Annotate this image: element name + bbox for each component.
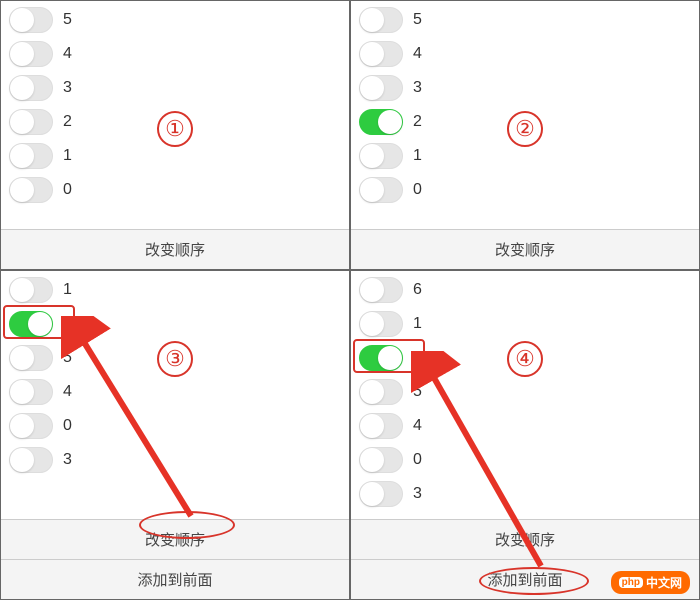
row-label: 5: [413, 11, 422, 29]
list-item: 4: [1, 375, 349, 409]
toggle-switch[interactable]: [359, 447, 403, 473]
row-label: 5: [413, 383, 422, 401]
button-label: 改变顺序: [145, 529, 205, 550]
row-label: 4: [63, 383, 72, 401]
row-label: 2: [413, 349, 422, 367]
button-label: 改变顺序: [495, 529, 555, 550]
toggle-switch[interactable]: [9, 379, 53, 405]
row-label: 6: [413, 281, 422, 299]
list-item: 0: [1, 409, 349, 443]
toggle-switch[interactable]: [9, 413, 53, 439]
step-badge-3: ③: [157, 341, 193, 377]
list-item: 3: [351, 477, 699, 511]
toggle-switch[interactable]: [359, 277, 403, 303]
list-item: 0: [351, 443, 699, 477]
toggle-switch[interactable]: [9, 41, 53, 67]
toggle-switch[interactable]: [359, 177, 403, 203]
row-label: 3: [63, 451, 72, 469]
list-item: 6: [351, 273, 699, 307]
list-item: 1: [351, 307, 699, 341]
toggle-switch[interactable]: [359, 41, 403, 67]
list-item: 4: [351, 37, 699, 71]
add-to-front-button[interactable]: 添加到前面: [1, 559, 349, 599]
toggle-switch[interactable]: [9, 277, 53, 303]
row-label: 4: [413, 417, 422, 435]
row-label: 3: [413, 79, 422, 97]
row-label: 1: [63, 281, 72, 299]
toggle-switch[interactable]: [9, 7, 53, 33]
toggle-switch[interactable]: [9, 447, 53, 473]
toggle-switch[interactable]: [9, 109, 53, 135]
row-label: 0: [63, 417, 72, 435]
row-label: 4: [63, 45, 72, 63]
list-item: 0: [351, 173, 699, 207]
toggle-switch[interactable]: [9, 75, 53, 101]
toggle-switch[interactable]: [359, 7, 403, 33]
list-item: 1: [1, 273, 349, 307]
toggle-switch[interactable]: [9, 311, 53, 337]
watermark-badge: php 中文网: [611, 571, 690, 594]
row-label: 5: [63, 11, 72, 29]
list-item: 5: [351, 3, 699, 37]
button-label: 改变顺序: [495, 239, 555, 260]
row-label: 0: [413, 181, 422, 199]
toggle-switch[interactable]: [9, 345, 53, 371]
toggle-switch[interactable]: [359, 345, 403, 371]
row-label: 0: [63, 181, 72, 199]
row-label: 2: [413, 113, 422, 131]
row-label: 1: [413, 315, 422, 333]
list-item: 4: [1, 37, 349, 71]
change-order-button[interactable]: 改变顺序: [351, 229, 699, 269]
button-label: 添加到前面: [487, 569, 562, 590]
list-item: 5: [1, 3, 349, 37]
toggle-switch[interactable]: [9, 177, 53, 203]
toggle-switch[interactable]: [9, 143, 53, 169]
row-label: 0: [413, 451, 422, 469]
row-label: 3: [413, 485, 422, 503]
panel-4: 6 1 2 5 4 0 3 改变顺序 添加到前面 ④: [350, 270, 700, 600]
rows-area: 6 1 2 5 4 0 3: [351, 271, 699, 519]
list-item: 0: [1, 173, 349, 207]
rows-area: 1 2 5 4 0 3: [1, 271, 349, 519]
row-label: 2: [63, 113, 72, 131]
watermark-text: 中文网: [646, 574, 682, 591]
step-badge-2: ②: [507, 111, 543, 147]
list-item: 3: [351, 71, 699, 105]
change-order-button[interactable]: 改变顺序: [1, 519, 349, 559]
toggle-switch[interactable]: [359, 143, 403, 169]
change-order-button[interactable]: 改变顺序: [1, 229, 349, 269]
step-badge-1: ①: [157, 111, 193, 147]
toggle-switch[interactable]: [359, 75, 403, 101]
toggle-switch[interactable]: [359, 379, 403, 405]
button-label: 改变顺序: [145, 239, 205, 260]
row-label: 3: [63, 79, 72, 97]
row-label: 2: [63, 315, 72, 333]
toggle-switch[interactable]: [359, 109, 403, 135]
list-item: 3: [1, 443, 349, 477]
row-label: 5: [63, 349, 72, 367]
list-item: 3: [1, 71, 349, 105]
watermark-prefix: php: [619, 577, 643, 588]
panel-1: 5 4 3 2 1 0 改变顺序 ①: [0, 0, 350, 270]
panel-3: 1 2 5 4 0 3 改变顺序 添加到前面 ③: [0, 270, 350, 600]
panel-2: 5 4 3 2 1 0 改变顺序 ②: [350, 0, 700, 270]
toggle-switch[interactable]: [359, 481, 403, 507]
toggle-switch[interactable]: [359, 413, 403, 439]
toggle-switch[interactable]: [359, 311, 403, 337]
list-item: 5: [351, 375, 699, 409]
change-order-button[interactable]: 改变顺序: [351, 519, 699, 559]
row-label: 1: [413, 147, 422, 165]
list-item: 2: [1, 307, 349, 341]
row-label: 1: [63, 147, 72, 165]
step-badge-4: ④: [507, 341, 543, 377]
list-item: 4: [351, 409, 699, 443]
row-label: 4: [413, 45, 422, 63]
button-label: 添加到前面: [137, 569, 212, 590]
